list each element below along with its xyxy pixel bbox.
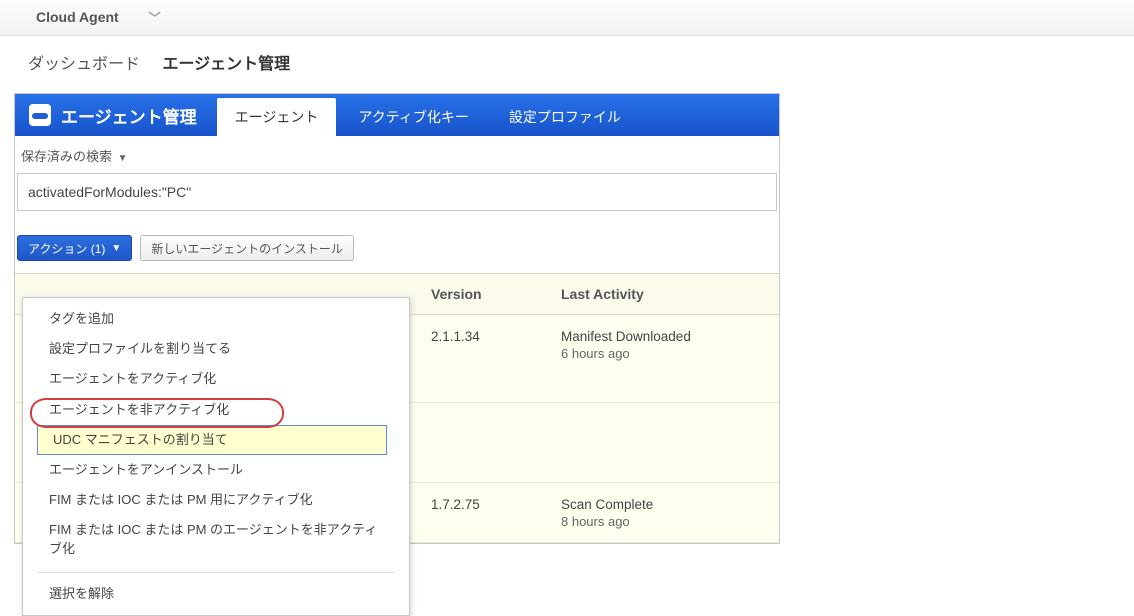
- cell-version: 2.1.1.34: [431, 329, 480, 344]
- tab-label: アクティブ化キー: [358, 107, 468, 127]
- menu-item-deactivate-fim-ioc-pm[interactable]: FIM または IOC または PM のエージェントを非アクティブ化: [23, 515, 409, 563]
- breadcrumb: ダッシュボード エージェント管理: [0, 36, 1134, 93]
- menu-item-activate[interactable]: エージェントをアクティブ化: [23, 364, 409, 394]
- saved-search-toggle[interactable]: 保存済みの検索 ▼: [15, 136, 779, 173]
- col-last-activity[interactable]: Last Activity: [551, 274, 779, 315]
- menu-separator: [37, 572, 395, 573]
- chevron-down-icon: ▼: [111, 243, 121, 254]
- actions-button[interactable]: アクション (1) ▼: [17, 235, 132, 261]
- actions-menu: タグを追加 設定プロファイルを割り当てる エージェントをアクティブ化 エージェン…: [22, 297, 410, 616]
- tab-agents[interactable]: エージェント: [217, 98, 337, 136]
- actions-row: アクション (1) ▼ 新しいエージェントのインストール: [15, 217, 779, 273]
- menu-item-deselect[interactable]: 選択を解除: [23, 579, 409, 609]
- cell-activity: Scan Complete: [561, 497, 769, 512]
- menu-item-add-tag[interactable]: タグを追加: [23, 304, 409, 334]
- tab-config-profiles[interactable]: 設定プロファイル: [491, 98, 639, 136]
- cell-version: 1.7.2.75: [431, 497, 480, 512]
- menu-item-activate-fim-ioc-pm[interactable]: FIM または IOC または PM 用にアクティブ化: [23, 485, 409, 515]
- app-name-text: Cloud Agent: [36, 9, 119, 25]
- cell-activity: Manifest Downloaded: [561, 329, 769, 344]
- app-name[interactable]: Cloud Agent ﹀: [14, 9, 161, 27]
- tab-activation-keys[interactable]: アクティブ化キー: [340, 98, 486, 136]
- search-input[interactable]: [17, 173, 777, 211]
- panel-title-text: エージェント管理: [61, 103, 197, 128]
- saved-search-label: 保存済みの検索: [21, 149, 112, 164]
- actions-button-label: アクション (1): [28, 240, 105, 257]
- menu-item-uninstall[interactable]: エージェントをアンインストール: [23, 455, 409, 485]
- tab-label: 設定プロファイル: [509, 107, 621, 127]
- menu-item-deactivate[interactable]: エージェントを非アクティブ化: [23, 395, 409, 425]
- app-header: Cloud Agent ﹀: [0, 0, 1134, 36]
- install-agent-button[interactable]: 新しいエージェントのインストール: [140, 235, 354, 261]
- tab-label: エージェント: [235, 107, 319, 127]
- panel-title: エージェント管理: [15, 94, 215, 136]
- col-version[interactable]: Version: [421, 274, 551, 315]
- tab-bar: エージェント管理 エージェント アクティブ化キー 設定プロファイル: [15, 94, 779, 136]
- menu-item-assign-udc-manifest[interactable]: UDC マニフェストの割り当て: [37, 425, 387, 455]
- install-agent-label: 新しいエージェントのインストール: [151, 240, 343, 257]
- cloud-agent-icon: [29, 104, 51, 126]
- cell-activity-sub: 8 hours ago: [561, 514, 769, 529]
- breadcrumb-dashboard[interactable]: ダッシュボード: [28, 56, 140, 73]
- caret-down-icon: ▼: [118, 153, 128, 164]
- chevron-down-icon: ﹀: [149, 9, 161, 26]
- cell-activity-sub: 6 hours ago: [561, 346, 769, 361]
- breadcrumb-current: エージェント管理: [162, 56, 290, 73]
- menu-item-assign-profile[interactable]: 設定プロファイルを割り当てる: [23, 334, 409, 364]
